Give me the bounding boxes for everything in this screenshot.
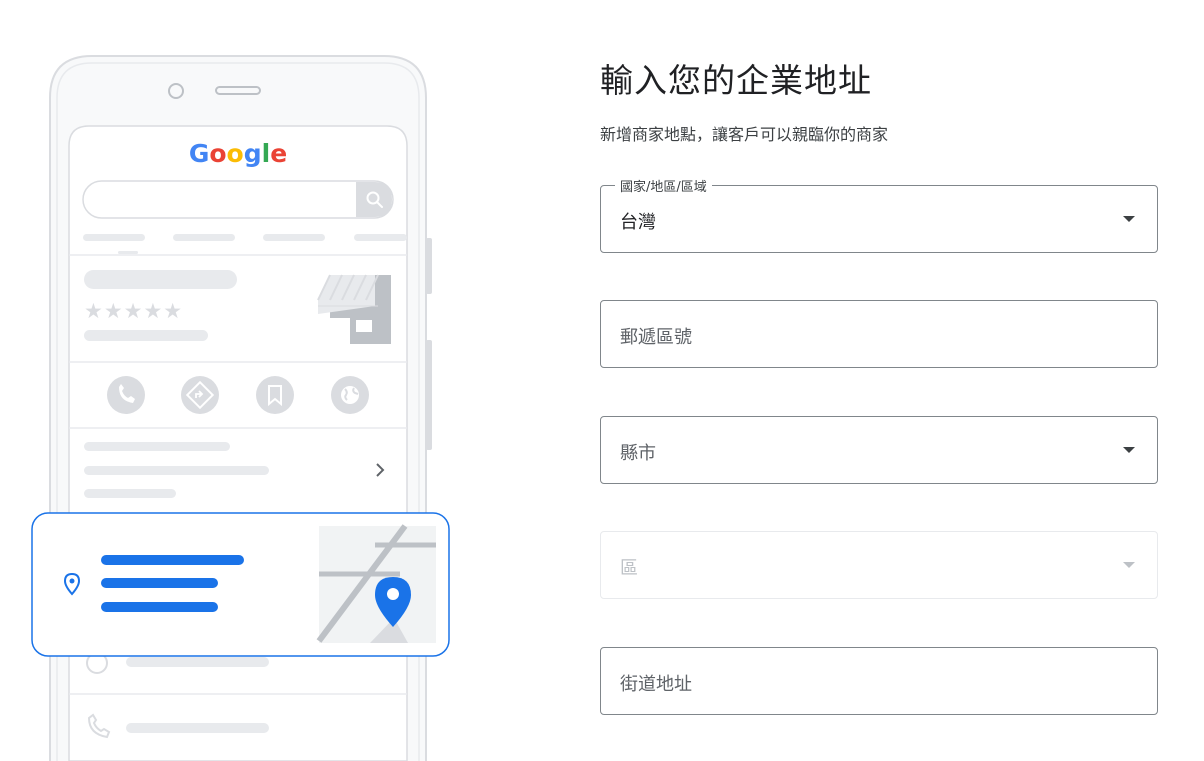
google-logo-letter: e xyxy=(270,139,287,168)
phone-icon xyxy=(107,376,145,414)
street-address-placeholder: 街道地址 xyxy=(620,674,692,695)
page-title: 輸入您的企業地址 xyxy=(600,61,872,100)
dropdown-arrow-icon xyxy=(1123,562,1135,568)
district-placeholder: 區 xyxy=(620,558,638,579)
bookmark-icon xyxy=(256,376,294,414)
district-select: 區 xyxy=(600,531,1158,599)
dropdown-arrow-icon xyxy=(1123,447,1135,453)
city-select[interactable]: 縣市 xyxy=(600,416,1158,484)
country-label: 國家/地區/區域 xyxy=(615,176,712,195)
rating-stars: ★★★★★ xyxy=(84,299,183,323)
google-logo-letter: o xyxy=(209,139,226,168)
map-thumbnail xyxy=(316,524,436,643)
address-highlight-card xyxy=(31,512,450,657)
globe-icon xyxy=(331,376,369,414)
business-listing-illustration: Google ★★★★★ xyxy=(31,55,450,761)
google-logo-letter: o xyxy=(227,139,244,168)
postal-code-field[interactable]: 郵遞區號 xyxy=(600,300,1158,368)
city-placeholder: 縣市 xyxy=(620,443,656,464)
page-subtitle: 新增商家地點，讓客戶可以親臨你的商家 xyxy=(600,125,889,144)
google-logo: Google xyxy=(189,139,287,168)
country-value: 台灣 xyxy=(620,212,656,233)
directions-icon xyxy=(181,376,219,414)
mock-search-bar xyxy=(82,180,394,219)
postal-code-placeholder: 郵遞區號 xyxy=(620,327,692,348)
google-logo-letter: G xyxy=(189,139,210,168)
dropdown-arrow-icon xyxy=(1123,216,1135,222)
country-select[interactable]: 國家/地區/區域 台灣 xyxy=(600,176,1158,253)
street-address-field[interactable]: 街道地址 xyxy=(600,647,1158,715)
google-logo-letter: g xyxy=(244,139,262,168)
google-logo-letter: l xyxy=(262,139,271,168)
